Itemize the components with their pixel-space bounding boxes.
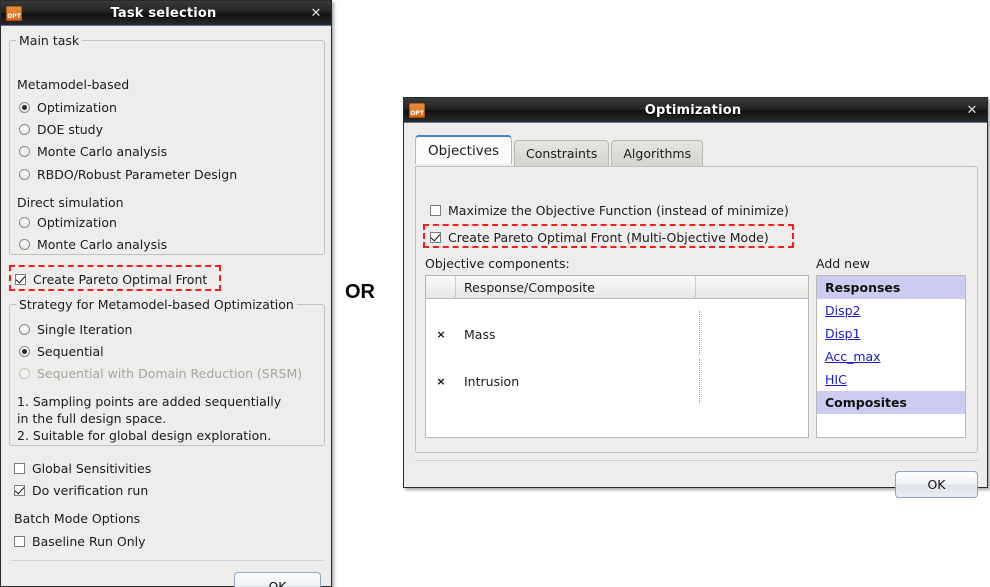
radio-label: Optimization [37, 215, 117, 230]
checkbox-create-pareto-front-multi[interactable]: Create Pareto Optimal Front (Multi-Objec… [430, 230, 769, 245]
table-row[interactable]: × Mass [426, 317, 808, 351]
table-col-extra [696, 276, 808, 298]
main-task-group-title: Main task [16, 33, 83, 48]
tab-label: Algorithms [623, 146, 692, 161]
close-icon[interactable]: ✕ [305, 3, 327, 23]
checkbox-indicator [15, 274, 26, 285]
radio-metamodel-optimization[interactable]: Optimization [19, 100, 117, 115]
tab-label: Objectives [428, 143, 500, 159]
radio-metamodel-monte-carlo[interactable]: Monte Carlo analysis [19, 144, 167, 159]
app-icon: OPT [409, 102, 425, 118]
objective-components-label: Objective components: [425, 256, 570, 271]
objective-components-table[interactable]: Response/Composite × Mass × Intrusion [425, 275, 809, 438]
radio-label: Sequential with Domain Reduction (SRSM) [37, 366, 303, 381]
radio-label: Optimization [37, 100, 117, 115]
close-icon[interactable]: ✕ [961, 100, 983, 120]
tab-strip: Objectives Constraints Algorithms [415, 135, 705, 166]
ok-button-label: OK [268, 578, 287, 587]
checkbox-baseline-run-only[interactable]: Baseline Run Only [14, 534, 146, 549]
radio-metamodel-rbdo[interactable]: RBDO/Robust Parameter Design [19, 167, 237, 182]
footer-divider [11, 560, 323, 561]
strategy-note-line-2: in the full design space. [17, 411, 167, 426]
radio-label: DOE study [37, 122, 104, 137]
checkbox-label: Baseline Run Only [32, 534, 146, 549]
add-new-header-composites: Composites [817, 391, 965, 414]
ok-button[interactable]: OK [234, 572, 321, 587]
tab-label: Constraints [526, 146, 598, 161]
task-selection-titlebar[interactable]: OPT Task selection ✕ [1, 1, 331, 26]
row-name: Intrusion [464, 373, 520, 389]
strategy-group-title: Strategy for Metamodel-based Optimizatio… [16, 297, 297, 312]
add-new-list[interactable]: Responses Disp2 Disp1 Acc_max HIC Compos… [816, 275, 966, 438]
batch-mode-options-label: Batch Mode Options [14, 511, 141, 526]
radio-sequential-srsm: Sequential with Domain Reduction (SRSM) [19, 366, 302, 381]
radio-indicator [19, 124, 30, 135]
app-icon: OPT [6, 5, 22, 21]
add-new-item-disp1[interactable]: Disp1 [817, 322, 965, 345]
tab-algorithms[interactable]: Algorithms [611, 140, 704, 166]
window-title: Optimization [644, 102, 742, 118]
or-label: OR [345, 281, 375, 303]
checkbox-indicator [430, 205, 441, 216]
strategy-note-line-3: 2. Suitable for global design exploratio… [17, 428, 272, 443]
checkbox-label: Do verification run [32, 483, 149, 498]
radio-indicator [19, 217, 30, 228]
checkbox-create-pareto-front[interactable]: Create Pareto Optimal Front [15, 272, 207, 287]
add-new-item-disp2[interactable]: Disp2 [817, 299, 965, 322]
ok-button-label: OK [927, 477, 946, 492]
add-new-item-acc-max[interactable]: Acc_max [817, 345, 965, 368]
radio-label: Single Iteration [37, 322, 133, 337]
direct-simulation-label: Direct simulation [17, 195, 124, 210]
radio-direct-optimization[interactable]: Optimization [19, 215, 117, 230]
radio-indicator [19, 146, 30, 157]
checkbox-indicator [430, 232, 441, 243]
radio-label: Sequential [37, 344, 104, 359]
checkbox-label: Global Sensitivities [32, 461, 152, 476]
add-new-item-hic[interactable]: HIC [817, 368, 965, 391]
window-title: Task selection [110, 5, 217, 21]
table-row[interactable]: × Intrusion [426, 364, 808, 398]
checkbox-label: Create Pareto Optimal Front [33, 272, 208, 287]
strategy-note-line-1: 1. Sampling points are added sequentiall… [17, 394, 282, 409]
radio-direct-monte-carlo[interactable]: Monte Carlo analysis [19, 237, 167, 252]
radio-metamodel-doe-study[interactable]: DOE study [19, 122, 103, 137]
row-name: Mass [464, 326, 496, 342]
radio-indicator [19, 346, 30, 357]
checkbox-do-verification-run[interactable]: Do verification run [14, 483, 148, 498]
table-col-response-composite: Response/Composite [456, 276, 696, 298]
radio-indicator [19, 169, 30, 180]
radio-indicator [19, 368, 30, 379]
radio-single-iteration[interactable]: Single Iteration [19, 322, 132, 337]
table-header-row: Response/Composite [426, 276, 808, 299]
tab-objectives[interactable]: Objectives [415, 135, 513, 164]
checkbox-indicator [14, 485, 25, 496]
checkbox-maximize-objective[interactable]: Maximize the Objective Function (instead… [430, 203, 789, 218]
radio-indicator [19, 239, 30, 250]
optimization-window: OPT Optimization ✕ Objectives Constraint… [403, 97, 988, 498]
radio-label: Monte Carlo analysis [37, 144, 168, 159]
checkbox-label: Create Pareto Optimal Front (Multi-Objec… [448, 230, 769, 245]
radio-indicator [19, 102, 30, 113]
checkbox-indicator [14, 463, 25, 474]
row-remove-icon[interactable]: × [426, 375, 456, 388]
tab-constraints[interactable]: Constraints [514, 140, 610, 166]
metamodel-based-label: Metamodel-based [17, 77, 130, 92]
optimization-titlebar[interactable]: OPT Optimization ✕ [404, 98, 987, 123]
table-col-remove [426, 276, 456, 298]
radio-sequential[interactable]: Sequential [19, 344, 104, 359]
radio-label: Monte Carlo analysis [37, 237, 168, 252]
table-body: × Mass × Intrusion [426, 299, 808, 437]
add-new-header-responses: Responses [817, 276, 965, 299]
task-selection-window: OPT Task selection ✕ Main task Metamodel… [0, 0, 332, 587]
radio-label: RBDO/Robust Parameter Design [37, 167, 238, 182]
checkbox-label: Maximize the Objective Function (instead… [448, 203, 789, 218]
checkbox-global-sensitivities[interactable]: Global Sensitivities [14, 461, 151, 476]
footer-divider [415, 460, 978, 461]
ok-button[interactable]: OK [895, 471, 978, 498]
radio-indicator [19, 324, 30, 335]
add-new-label: Add new [816, 256, 871, 271]
row-remove-icon[interactable]: × [426, 328, 456, 341]
checkbox-indicator [14, 536, 25, 547]
screenshot-root: OPT Task selection ✕ Main task Metamodel… [0, 0, 990, 587]
